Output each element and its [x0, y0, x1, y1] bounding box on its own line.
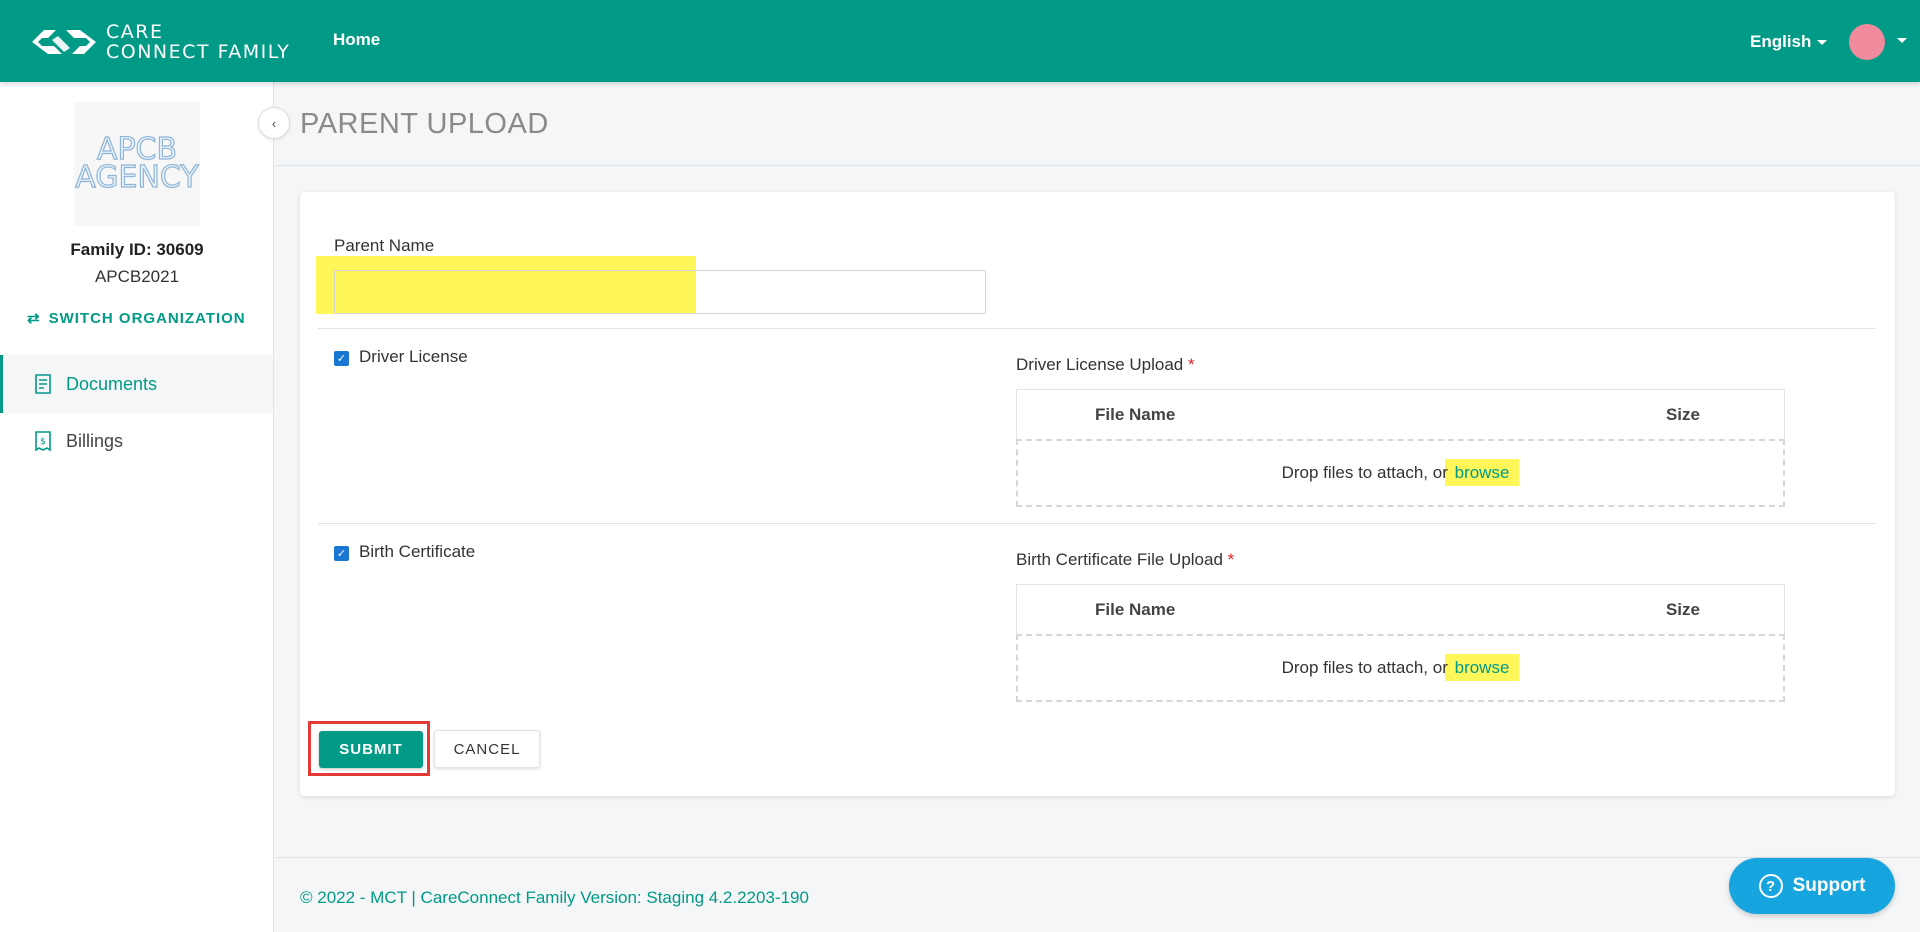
nav-home-link[interactable]: Home	[333, 30, 380, 50]
parent-name-label: Parent Name	[334, 236, 435, 255]
birth-certificate-checkbox[interactable]: ✓	[334, 546, 349, 561]
browse-link[interactable]: browse	[1453, 463, 1520, 482]
brand-line-2: CONNECT FAMILY	[106, 41, 291, 63]
driver-license-upload-label: Driver License Upload *	[1016, 355, 1195, 375]
switch-organization-link[interactable]: ⇄ SWITCH ORGANIZATION	[27, 309, 246, 327]
chevron-down-icon	[1817, 40, 1828, 46]
swap-arrows-icon: ⇄	[27, 310, 41, 327]
column-header-file-name: File Name	[1095, 600, 1176, 619]
drop-zone-content: Drop files to attach, or browse	[1282, 636, 1520, 700]
drop-zone-content: Drop files to attach, or browse	[1282, 441, 1520, 505]
brand-logo[interactable]: CARE CONNECT FAMILY	[28, 22, 290, 62]
family-id: Family ID: 30609	[70, 240, 204, 259]
svg-text:$: $	[40, 437, 46, 447]
footer: © 2022 - MCT | CareConnect Family Versio…	[275, 857, 1920, 932]
driver-license-upload: File Name Size Drop files to attach, or …	[1016, 389, 1785, 507]
upload-table-header: File Name Size	[1016, 584, 1785, 634]
divider	[318, 328, 1876, 329]
column-header-file-name: File Name	[1095, 405, 1176, 424]
required-mark: *	[1227, 550, 1235, 569]
agency-logo: APCB AGENCY	[74, 102, 200, 226]
support-button[interactable]: ? Support	[1729, 858, 1895, 914]
cancel-button[interactable]: CANCEL	[434, 730, 540, 768]
sidebar-item-billings[interactable]: $ Billings	[0, 412, 273, 470]
required-mark: *	[1187, 355, 1195, 374]
language-dropdown[interactable]: English	[1750, 32, 1828, 52]
sidebar-item-label: Documents	[66, 373, 158, 394]
switch-organization-label: SWITCH ORGANIZATION	[48, 310, 246, 327]
sidebar-item-label: Billings	[66, 430, 124, 451]
language-label: English	[1750, 32, 1812, 51]
browse-link[interactable]: browse	[1453, 658, 1520, 677]
page-header: PARENT UPLOAD	[275, 82, 1920, 166]
upload-table-header: File Name Size	[1016, 389, 1785, 439]
driver-license-label: Driver License	[359, 347, 468, 366]
divider	[318, 523, 1876, 524]
birth-certificate-label: Birth Certificate	[359, 542, 476, 561]
sidebar: APCB AGENCY Family ID: 30609 APCB2021 ⇄ S…	[0, 82, 274, 932]
chevron-down-icon[interactable]	[1897, 38, 1907, 43]
organization-code: APCB2021	[94, 267, 180, 286]
user-avatar[interactable]	[1849, 24, 1885, 60]
birth-certificate-upload-label: Birth Certificate File Upload *	[1016, 550, 1234, 570]
upload-label-text: Driver License Upload	[1016, 355, 1184, 374]
parent-name-input[interactable]	[334, 270, 986, 314]
submit-button[interactable]: SUBMIT	[319, 731, 423, 768]
question-circle-icon: ?	[1758, 874, 1783, 898]
top-navbar: CARE CONNECT FAMILY Home English	[0, 0, 1920, 82]
page-title: PARENT UPLOAD	[300, 108, 549, 140]
footer-text: © 2022 - MCT | CareConnect Family Versio…	[300, 888, 809, 907]
document-icon	[35, 374, 51, 394]
birth-certificate-upload: File Name Size Drop files to attach, or …	[1016, 584, 1785, 702]
brand-name: CARE CONNECT FAMILY	[106, 22, 290, 62]
brand-line-1: CARE	[106, 21, 164, 43]
drop-zone[interactable]: Drop files to attach, or browse	[1016, 634, 1785, 702]
drop-text: Drop files to attach, or	[1281, 658, 1448, 677]
column-header-size: Size	[1665, 405, 1700, 424]
column-header-size: Size	[1665, 600, 1700, 619]
driver-license-checkbox[interactable]: ✓	[334, 351, 349, 366]
infinity-logo-icon	[32, 30, 96, 54]
parent-upload-form: Parent Name ✓ Driver License Driver Lice…	[300, 192, 1895, 796]
upload-label-text: Birth Certificate File Upload	[1016, 550, 1223, 569]
chevron-left-icon: ‹	[271, 115, 277, 131]
support-label: Support	[1792, 875, 1866, 896]
drop-zone[interactable]: Drop files to attach, or browse	[1016, 439, 1785, 507]
receipt-dollar-icon: $	[35, 431, 51, 452]
collapse-sidebar-button[interactable]: ‹	[258, 107, 290, 139]
agency-logo-line-2: AGENCY	[75, 160, 200, 195]
drop-text: Drop files to attach, or	[1281, 463, 1448, 482]
sidebar-item-documents[interactable]: Documents	[0, 355, 273, 413]
